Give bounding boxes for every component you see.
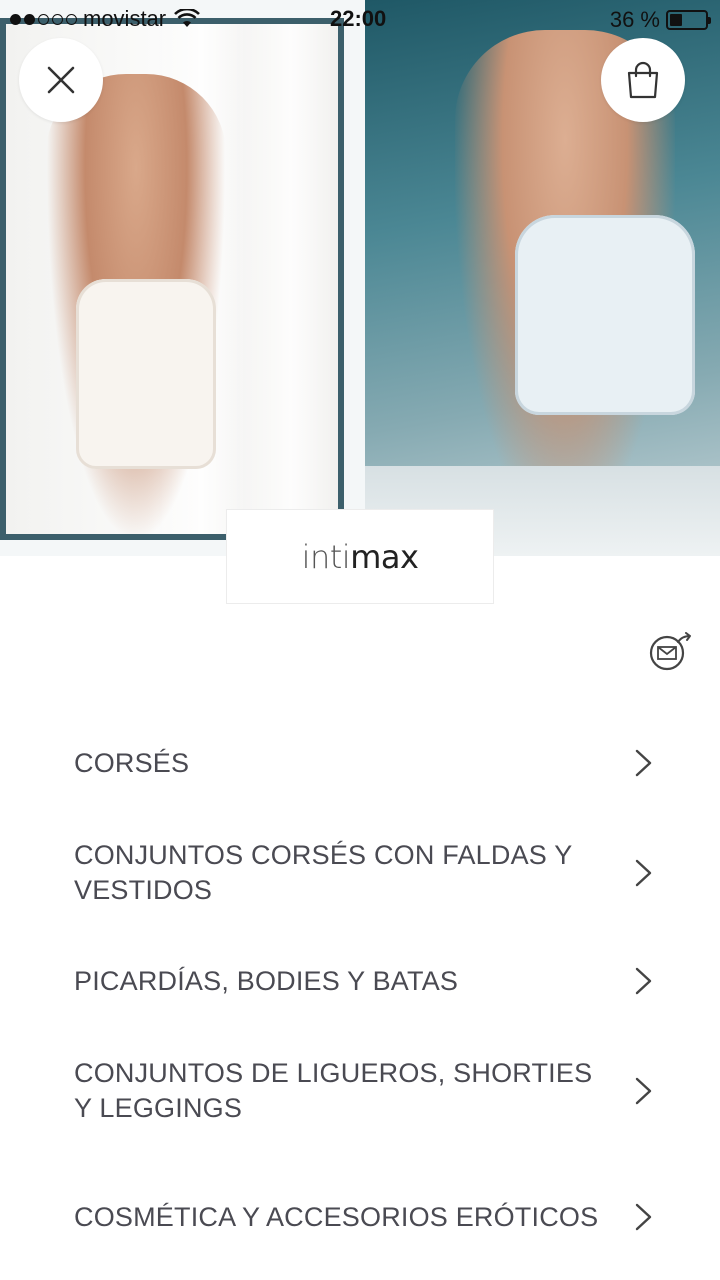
- status-time: 22:00: [330, 6, 387, 31]
- envelope-share-icon: [649, 632, 691, 671]
- brand-logo-tile[interactable]: intimax: [226, 509, 494, 604]
- menu-item-label: CORSÉS: [74, 747, 190, 778]
- chevron-right-icon: [635, 749, 652, 777]
- battery-percent: 36 %: [609, 7, 660, 32]
- chevron-right-icon: [635, 859, 652, 887]
- menu-item-picardias[interactable]: PICARDÍAS, BODIES Y BATAS: [0, 958, 720, 1004]
- brand-logo: intimax: [301, 537, 419, 576]
- menu-item-cosmetica[interactable]: COSMÉTICA Y ACCESORIOS ERÓTICOS: [0, 1181, 720, 1253]
- chevron-right-icon: [635, 1203, 652, 1231]
- close-button[interactable]: [19, 38, 103, 122]
- menu-item-label: COSMÉTICA Y ACCESORIOS ERÓTICOS: [74, 1201, 599, 1232]
- newsletter-button[interactable]: [648, 632, 694, 672]
- chevron-right-icon: [635, 1077, 652, 1105]
- menu-item-label: PICARDÍAS, BODIES Y BATAS: [74, 965, 459, 996]
- chevron-right-icon: [635, 967, 652, 995]
- menu-item-label: CONJUNTOS DE LIGUEROS, SHORTIES Y LEGGIN…: [74, 1058, 593, 1123]
- wifi-icon: [174, 9, 201, 27]
- shopping-bag-icon: [627, 61, 659, 99]
- menu-item-corses[interactable]: CORSÉS: [0, 740, 720, 786]
- close-icon: [47, 66, 75, 94]
- battery-icon: [666, 10, 711, 30]
- status-bar: movistar 22:00 36 %: [0, 0, 720, 38]
- signal-strength-icon: [10, 13, 77, 25]
- menu-item-conjuntos-corses[interactable]: CONJUNTOS CORSÉS CON FALDAS Y VESTIDOS: [0, 837, 720, 909]
- menu-item-ligueros[interactable]: CONJUNTOS DE LIGUEROS, SHORTIES Y LEGGIN…: [0, 1055, 720, 1127]
- menu-item-label: CONJUNTOS CORSÉS CON FALDAS Y VESTIDOS: [74, 840, 572, 905]
- carrier-name: movistar: [83, 6, 167, 31]
- shopping-bag-button[interactable]: [601, 38, 685, 122]
